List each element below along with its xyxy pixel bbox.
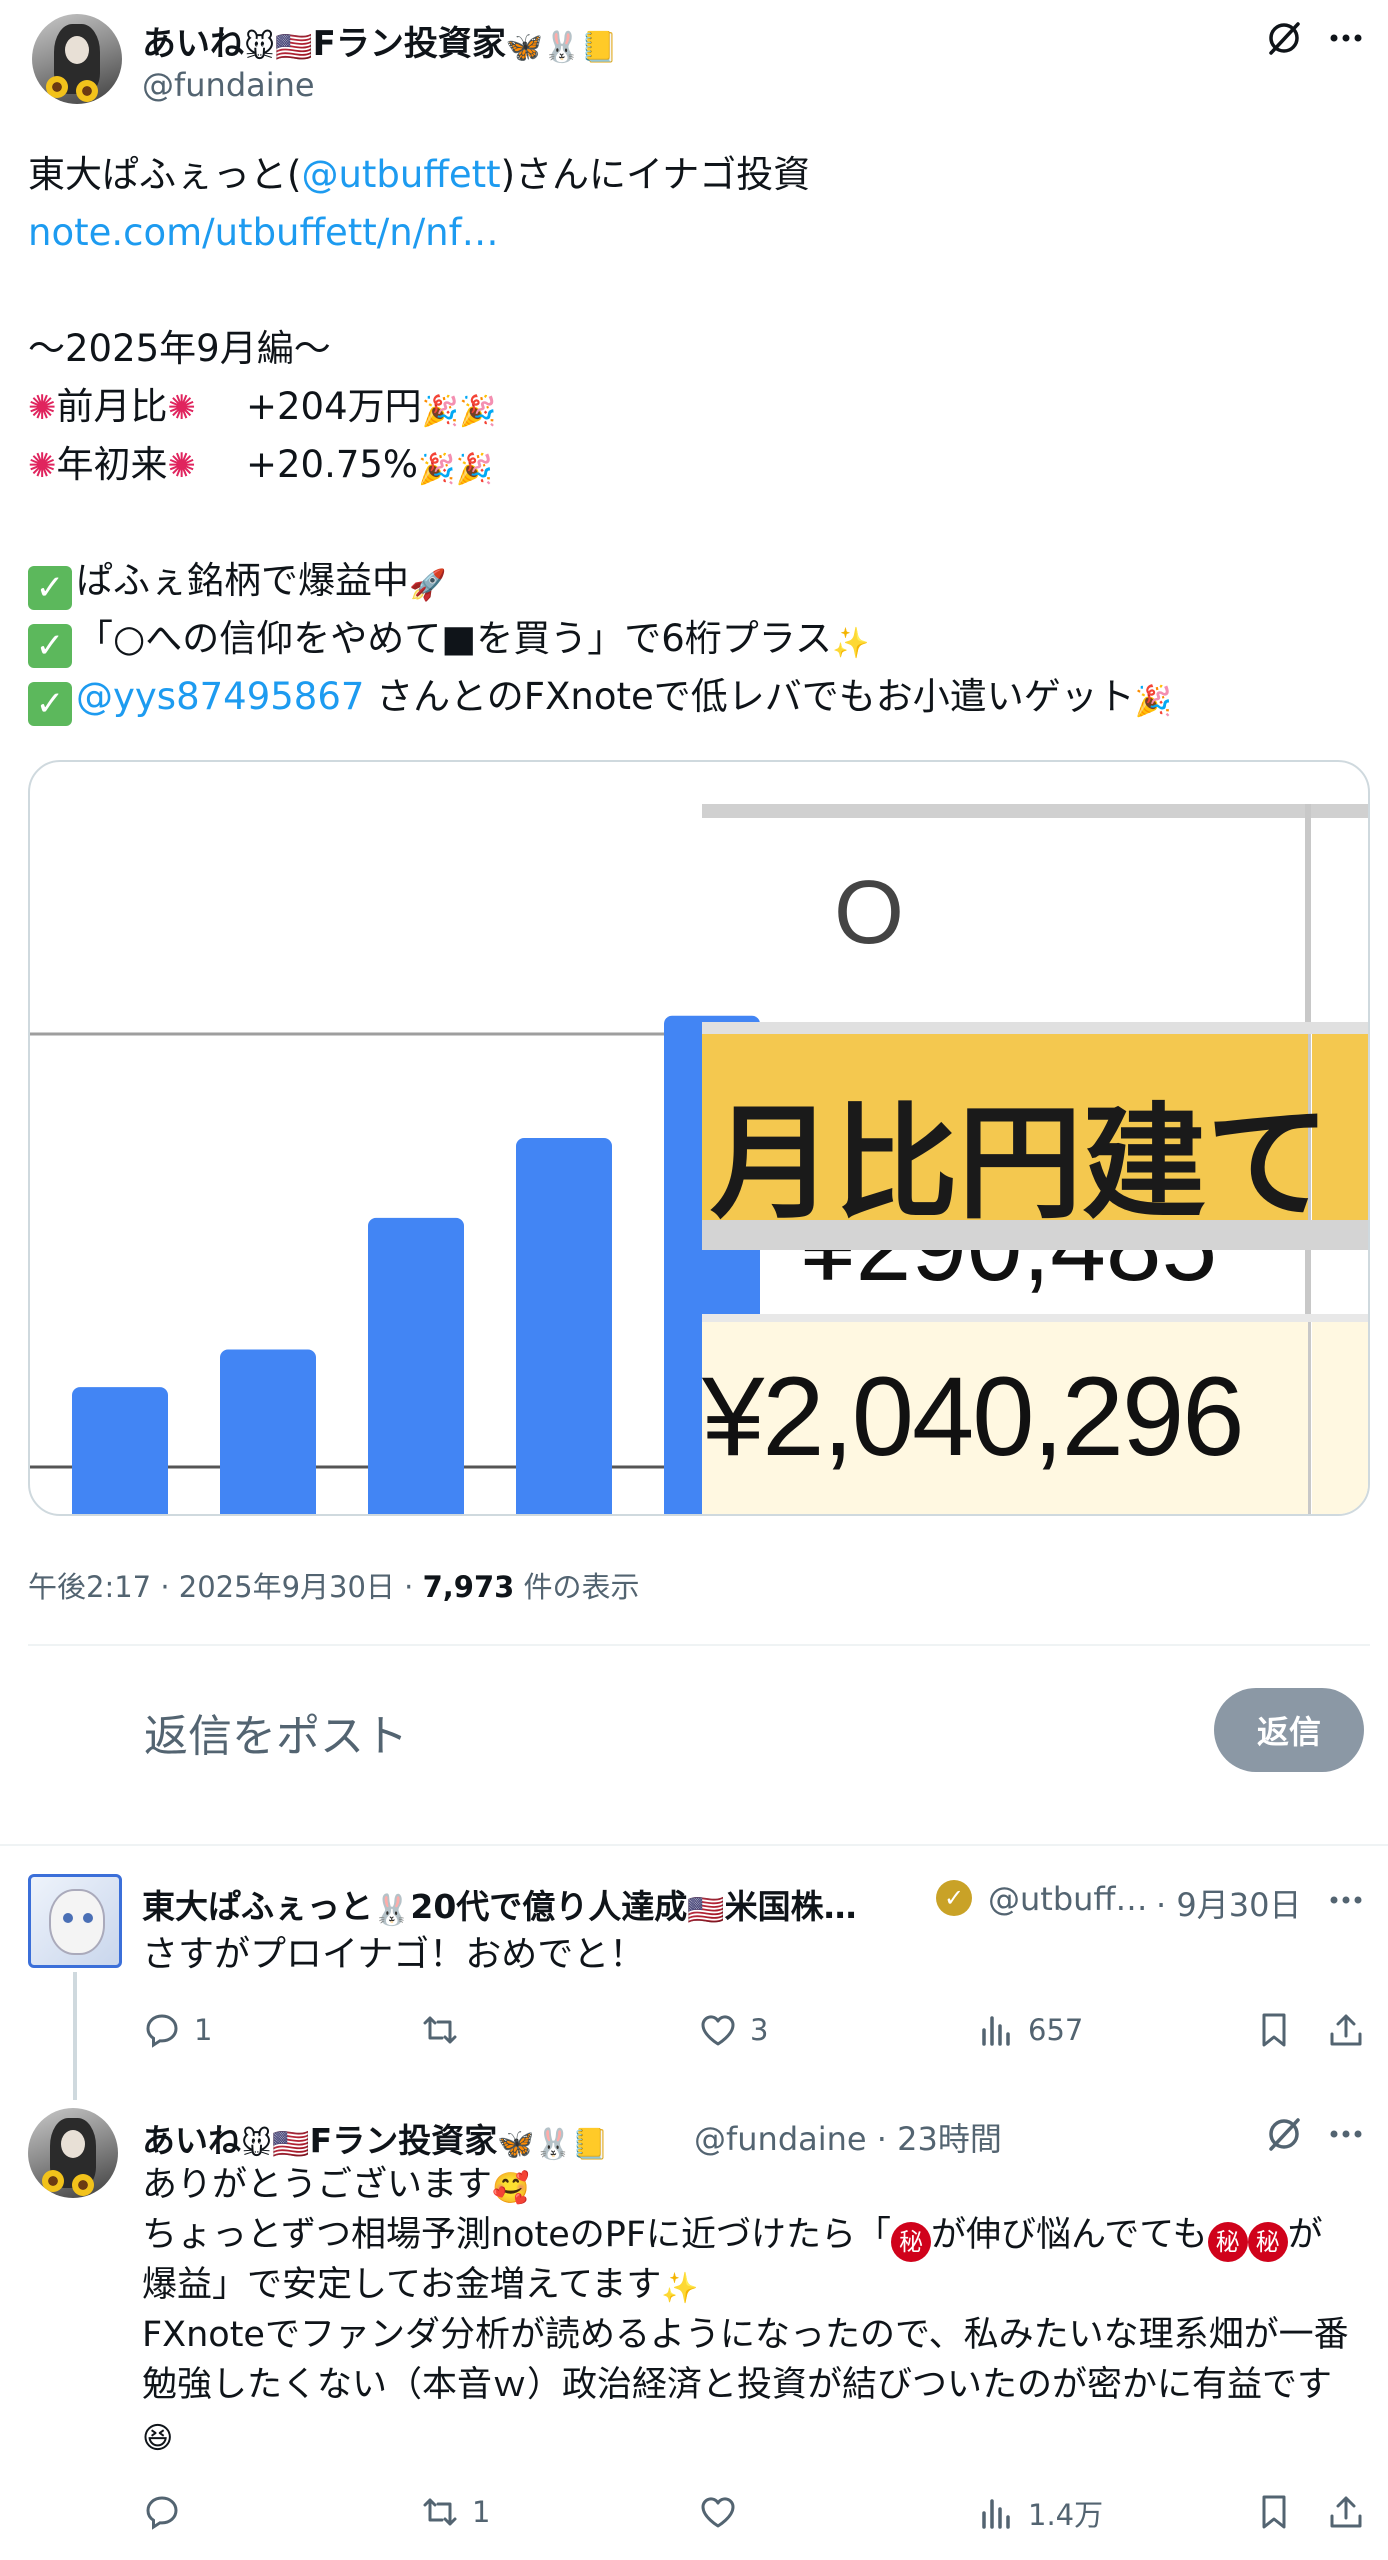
reply2-text-line2: ちょっとずつ相場予測noteのPFに近づけたら「秘が伸び悩んでても秘秘が [142, 2210, 1323, 2262]
burst-icon: ✺ [28, 388, 57, 428]
author-avatar[interactable] [32, 14, 122, 104]
mention-yys87495867[interactable]: @yys87495867 [76, 675, 364, 718]
reply1-text: さすがプロイナゴ！おめでと！ [142, 1934, 646, 1975]
heart-icon [701, 2497, 735, 2528]
post-text-line4: ✺前月比✺ +204万円🎉🎉 [28, 378, 496, 441]
divider [28, 1644, 1370, 1646]
butterfly-emoji-icon: 🦋 [497, 2127, 535, 2162]
views-icon [982, 2499, 1010, 2529]
reply1-share-icon[interactable] [1326, 2010, 1366, 2054]
reply2-repost-button[interactable]: 1 [420, 2492, 490, 2532]
table-value-cell: ¥2,040,296 [702, 1354, 1245, 1479]
table-cut-cell: ¥290,485 [710, 1250, 1300, 1314]
party-popper-icon: 🎉🎉 [421, 394, 497, 429]
reply2-more-icon[interactable] [1326, 2114, 1366, 2158]
repost-icon [423, 2016, 457, 2044]
post-text-line1: 東大ぱふぇっと(@utbuffett)さんにイナゴ投資 [28, 153, 811, 196]
reply1-time[interactable]: · 9月30日 [1156, 1880, 1301, 1926]
mention-utbuffett[interactable]: @utbuffett [301, 153, 500, 196]
repost-icon [423, 2498, 457, 2526]
reply1-reply-button[interactable]: 1 [142, 2010, 212, 2050]
reply1-repost-button[interactable] [420, 2010, 472, 2050]
us-flag-icon: 🇺🇸 [687, 1893, 725, 1928]
image-bar [516, 1138, 612, 1514]
rocket-icon: 🚀 [409, 568, 447, 603]
reply1-views-button[interactable]: 657 [976, 2010, 1083, 2050]
reply1-bookmark-icon[interactable] [1254, 2010, 1294, 2054]
views-icon [982, 2016, 1010, 2046]
butterfly-emoji-icon: 🦋 [505, 30, 544, 65]
mouse-emoji-icon: 🐭 [241, 2127, 273, 2162]
table-yellow-cell: 月比円建て [710, 1092, 1331, 1236]
comment-icon [146, 2014, 178, 2048]
secret-icon: 秘 [1207, 2222, 1248, 2262]
check-mark-icon: ✓ [28, 624, 72, 668]
post-text-line7: ✓ 「○への信仰をやめて■を買う」で6桁プラス✨ [28, 610, 869, 673]
rabbit-emoji-icon: 🐰 [373, 1893, 411, 1928]
grinning-squinting-icon: 😆 [142, 2421, 174, 2456]
reply2-like-button[interactable] [698, 2492, 750, 2532]
post-text-line3: 〜2025年9月編〜 [28, 327, 331, 370]
heart-icon [701, 2015, 735, 2046]
thread-line [73, 1972, 77, 2100]
burst-icon: ✺ [28, 446, 57, 486]
views-count: 7,973 [422, 1570, 515, 1604]
reply2-grok-icon[interactable] [1264, 2114, 1304, 2158]
reply1-handle[interactable]: @utbuff… [988, 1880, 1147, 1918]
secret-icon: 秘 [891, 2222, 932, 2262]
reply-button[interactable]: 返信 [1214, 1688, 1364, 1772]
post-timestamp[interactable]: 午後2:17 · 2025年9月30日 · 7,973 件の表示 [28, 1564, 640, 1606]
image-bar [220, 1349, 316, 1514]
reply1-more-icon[interactable] [1326, 1880, 1366, 1924]
post-text-line6: ✓ ぱふぇ銘柄で爆益中🚀 [28, 552, 446, 615]
reply2-views-button[interactable]: 1.4万 [976, 2492, 1103, 2534]
post-text-line5: ✺年初来✺ +20.75%🎉🎉 [28, 436, 493, 499]
burst-icon: ✺ [167, 446, 197, 486]
check-mark-icon: ✓ [28, 566, 72, 610]
party-popper-icon: 🎉🎉 [418, 452, 493, 487]
reply1-avatar[interactable] [28, 1874, 122, 1968]
us-flag-icon: 🇺🇸 [272, 2127, 310, 2162]
reply1-author-name[interactable]: 東大ぱふぇっと🐰20代で億り人達成🇺🇸米国株… [142, 1880, 857, 1928]
image-bar [72, 1387, 168, 1514]
reply2-share-icon[interactable] [1326, 2492, 1366, 2536]
check-mark-icon: ✓ [28, 682, 72, 726]
reply2-text-line5: 勉強したくない（本音ｗ）政治経済と投資が結びついたのが密かに有益です [142, 2365, 1333, 2405]
sparkles-icon: ✨ [661, 2271, 699, 2306]
us-flag-icon: 🇺🇸 [275, 30, 313, 65]
divider [0, 1844, 1388, 1846]
reply-input[interactable]: 返信をポスト [144, 1700, 408, 1764]
post-text-line8: ✓ @yys87495867 さんとのFXnoteで低レバでもお小遣いゲット🎉 [28, 668, 1172, 731]
reply2-text-line6: 😆 [142, 2410, 173, 2464]
mouse-emoji-icon: 🐭 [244, 30, 276, 65]
post-link[interactable]: note.com/utbuffett/n/nf… [28, 204, 499, 262]
author-name[interactable]: あいね🐭🇺🇸Fラン投資家🦋🐰📒 [142, 16, 618, 65]
verified-badge-icon: ✓ [936, 1880, 972, 1916]
reply2-bookmark-icon[interactable] [1254, 2492, 1294, 2536]
secret-icon: 秘 [1247, 2222, 1288, 2262]
table-header-cell: O [834, 863, 905, 963]
rabbit-emoji-icon: 🐰 [534, 2127, 572, 2162]
reply2-avatar[interactable] [28, 2108, 118, 2198]
notebook-emoji-icon: 📒 [580, 30, 618, 65]
reply2-text-line3: 爆益」で安定してお金増えてます✨ [142, 2260, 699, 2314]
reply2-text-line4: FXnoteでファンダ分析が読めるようになったので、私みたいな理系畑が一番 [142, 2315, 1349, 2355]
reply2-text-line1: ありがとうございます🥰 [142, 2160, 529, 2214]
reply2-author-name[interactable]: あいね🐭🇺🇸Fラン投資家🦋🐰📒 [142, 2114, 609, 2162]
post-image[interactable]: O 月比円建て ¥290,485 ¥2,040,296 [28, 760, 1370, 1516]
smiling-hearts-icon: 🥰 [492, 2171, 530, 2206]
party-popper-icon: 🎉 [1134, 684, 1173, 719]
notebook-emoji-icon: 📒 [571, 2127, 610, 2162]
sparkles-icon: ✨ [832, 626, 870, 661]
rabbit-emoji-icon: 🐰 [543, 30, 581, 65]
more-options-icon[interactable] [1326, 18, 1366, 62]
reply2-handle[interactable]: @fundaine · 23時間 [694, 2114, 1002, 2160]
image-bar [368, 1217, 464, 1514]
reply2-reply-button[interactable] [142, 2492, 194, 2532]
comment-icon [146, 2496, 178, 2530]
grok-icon[interactable] [1264, 18, 1304, 62]
reply1-like-button[interactable]: 3 [698, 2010, 768, 2050]
burst-icon: ✺ [167, 388, 197, 428]
author-handle[interactable]: @fundaine [142, 66, 315, 104]
